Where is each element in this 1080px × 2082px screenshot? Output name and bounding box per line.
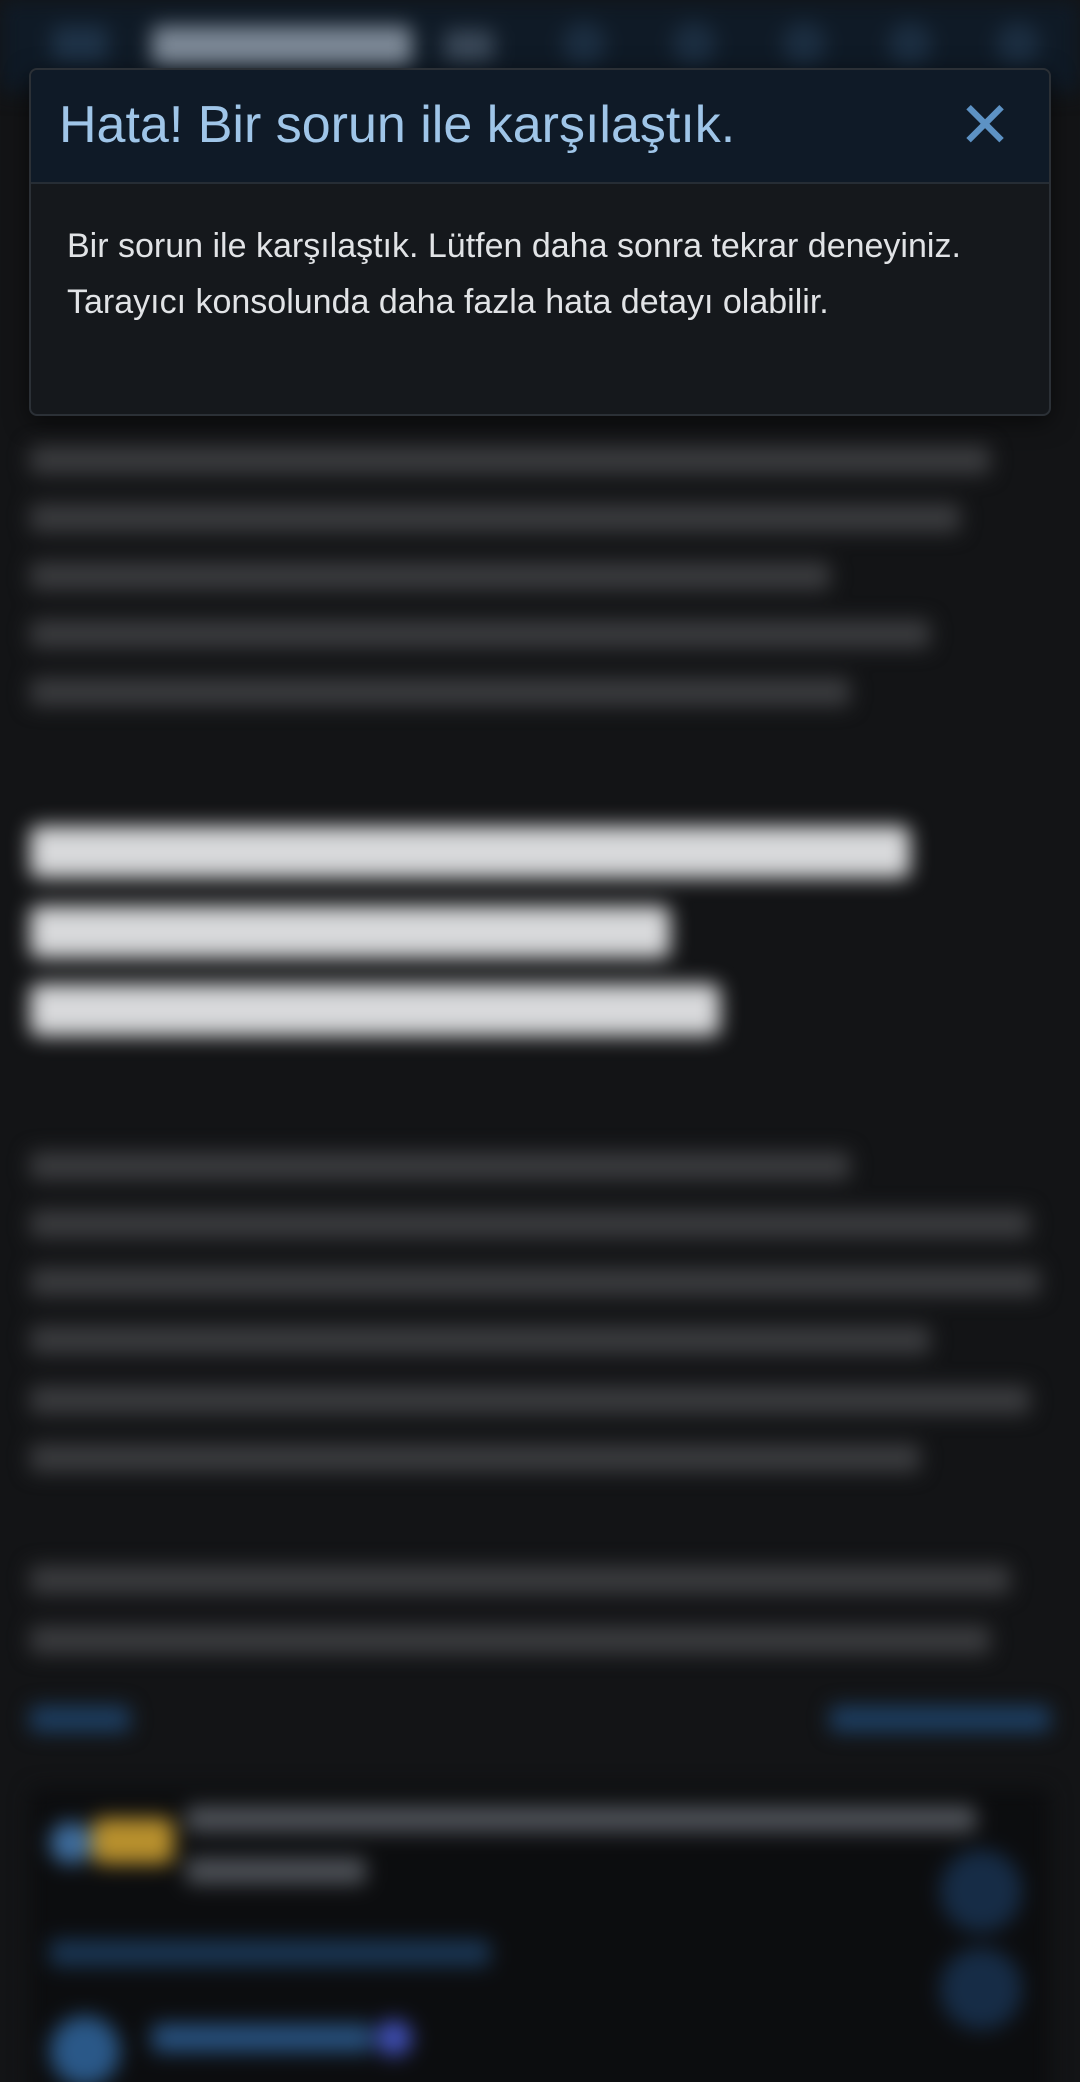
- blurred-username: [152, 2024, 372, 2052]
- blurred-text-line: [30, 562, 830, 590]
- close-icon: ✕: [958, 89, 1012, 163]
- floating-action-button: [940, 1850, 1022, 1932]
- blurred-text-line: [30, 1444, 920, 1472]
- blurred-text-line: [30, 678, 850, 706]
- hamburger-menu-icon: [52, 26, 108, 62]
- error-dialog: Hata! Bir sorun ile karşılaştık. ✕ Bir s…: [29, 68, 1051, 416]
- blurred-text-line: [30, 504, 960, 532]
- blurred-text-line: [30, 1386, 1030, 1414]
- search-icon: [888, 22, 932, 66]
- blurred-text-line: [186, 1806, 976, 1832]
- blurred-text-line: [186, 1858, 366, 1884]
- blurred-text-line: [30, 1626, 990, 1654]
- error-dialog-title: Hata! Bir sorun ile karşılaştık.: [59, 96, 736, 154]
- avatar: [50, 1822, 92, 1864]
- avatar: [50, 2016, 120, 2082]
- blurred-text-line: [30, 1268, 1040, 1296]
- blurred-link: [830, 1706, 1050, 1732]
- avatar: [92, 1818, 174, 1864]
- blurred-link: [50, 1940, 490, 1966]
- error-dialog-header: Hata! Bir sorun ile karşılaştık. ✕: [31, 70, 1049, 184]
- blurred-text-line: [30, 1326, 930, 1354]
- settings-icon: [996, 22, 1040, 66]
- floating-action-button: [940, 1948, 1022, 2030]
- verified-badge-icon: [376, 2020, 412, 2056]
- blurred-text-line: [30, 1152, 850, 1180]
- close-button[interactable]: ✕: [957, 94, 1013, 158]
- site-logo: [152, 26, 412, 66]
- nav-icon-2: [672, 22, 716, 66]
- blurred-text-line: [30, 1210, 1030, 1238]
- blurred-text-line: [30, 446, 990, 474]
- page: Hata! Bir sorun ile karşılaştık. ✕ Bir s…: [0, 0, 1080, 2082]
- error-dialog-body: Bir sorun ile karşılaştık. Lütfen daha s…: [31, 184, 1049, 330]
- blurred-text-line: [30, 1566, 1010, 1594]
- nav-icon-3: [782, 22, 826, 66]
- blurred-heading-line: [30, 906, 670, 958]
- blurred-heading-line: [30, 826, 910, 878]
- blurred-link: [30, 1706, 130, 1732]
- nav-icon-1: [562, 22, 606, 66]
- blurred-heading-line: [30, 984, 720, 1036]
- blurred-text-line: [30, 620, 930, 648]
- error-dialog-message: Bir sorun ile karşılaştık. Lütfen daha s…: [67, 227, 961, 321]
- logo-badge: [444, 30, 494, 62]
